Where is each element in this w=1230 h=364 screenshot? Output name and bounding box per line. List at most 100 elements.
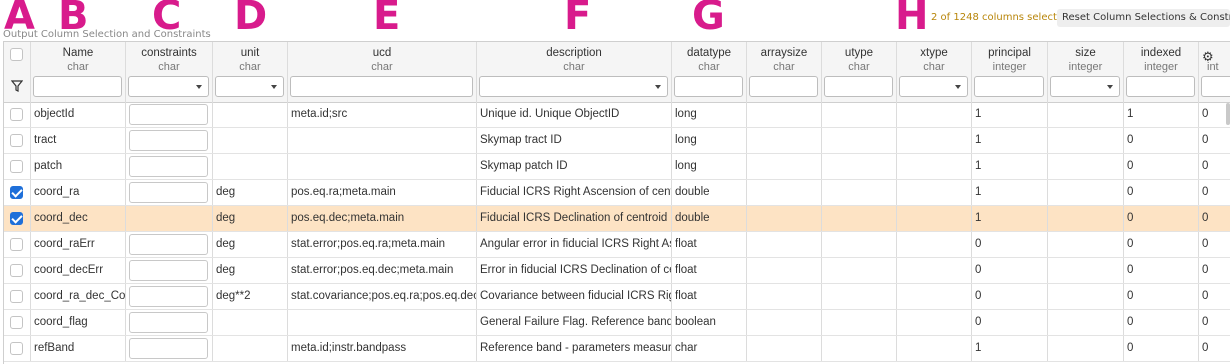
header-type: integer	[1068, 61, 1103, 73]
row-checkbox[interactable]	[10, 290, 23, 303]
table-row[interactable]: coord_raErr deg stat.error;pos.eq.ra;meta.…	[4, 232, 1230, 258]
row-select-cell	[4, 180, 31, 205]
cell-ucd: stat.error;pos.eq.dec;meta.main	[288, 258, 477, 283]
table-row[interactable]: objectId meta.id;src Unique id. Unique Obj…	[4, 102, 1230, 128]
row-checkbox[interactable]	[10, 212, 23, 225]
header-constraints: constraints char	[126, 42, 213, 102]
filter-ucd-input[interactable]	[290, 76, 473, 97]
table-row[interactable]: tract Skymap tract ID long 1 0 0	[4, 128, 1230, 154]
filter-description-select[interactable]	[479, 76, 668, 97]
header-type: char	[848, 61, 870, 73]
constraint-input[interactable]	[129, 156, 208, 177]
cell-xtype	[897, 258, 972, 283]
cell-unit: deg	[213, 180, 288, 205]
row-checkbox[interactable]	[10, 108, 23, 121]
cell-value: 0	[1127, 212, 1134, 224]
filter-utype-input[interactable]	[824, 76, 893, 97]
constraint-input[interactable]	[129, 312, 208, 333]
cell-value: pos.eq.ra;meta.main	[291, 186, 396, 198]
cell-size	[1048, 206, 1124, 231]
cell-ucd: stat.error;pos.eq.ra;meta.main	[288, 232, 477, 257]
cell-value: 0	[1202, 134, 1209, 146]
cell-utype	[822, 232, 897, 257]
cell-value: coord_raErr	[34, 238, 95, 250]
cell-xtype	[897, 180, 972, 205]
cell-arraysize	[747, 232, 822, 257]
cell-name: coord_decErr	[31, 258, 126, 283]
constraint-input[interactable]	[129, 130, 208, 151]
filter-arraysize-input[interactable]	[749, 76, 818, 97]
cell-value: Angular error in fiducial ICRS Right Asc…	[480, 238, 671, 250]
cell-xtype	[897, 310, 972, 335]
cell-value: deg	[216, 186, 236, 198]
filter-xtype-select[interactable]	[899, 76, 968, 97]
constraint-input[interactable]	[129, 104, 208, 125]
constraint-input[interactable]	[129, 260, 208, 281]
cell-value: 0	[1127, 238, 1134, 250]
filter-size-select[interactable]	[1050, 76, 1120, 97]
filter-unit-select[interactable]	[215, 76, 284, 97]
cell-name: coord_raErr	[31, 232, 126, 257]
constraint-input[interactable]	[129, 182, 208, 203]
filter-indexed-input[interactable]	[1126, 76, 1195, 97]
table-row[interactable]: coord_dec deg pos.eq.dec;meta.main Fiducial…	[4, 206, 1230, 232]
row-checkbox[interactable]	[10, 134, 23, 147]
cell-value: meta.id;instr.bandpass	[291, 342, 407, 354]
table-row[interactable]: refBand meta.id;instr.bandpass Reference b…	[4, 336, 1230, 362]
filter-name-input[interactable]	[33, 76, 122, 97]
cell-constraints	[126, 310, 213, 335]
cell-value: deg	[216, 212, 236, 224]
row-checkbox[interactable]	[10, 160, 23, 173]
cell-value: meta.id;src	[291, 108, 348, 120]
cell-value: 0	[975, 290, 982, 302]
cell-xtype	[897, 232, 972, 257]
cell-value: 0	[1202, 160, 1209, 172]
cell-value: long	[675, 134, 697, 146]
cell-indexed: 0	[1124, 232, 1199, 257]
row-checkbox[interactable]	[10, 342, 23, 355]
filter-icon[interactable]	[11, 80, 23, 92]
annotation-letter-d: D	[234, 0, 268, 39]
filter-constraints-select[interactable]	[128, 76, 209, 97]
row-checkbox[interactable]	[10, 186, 23, 199]
header-name: description	[546, 47, 602, 59]
cell-principal: 1	[972, 102, 1048, 127]
table-row[interactable]: patch Skymap patch ID long 1 0 0	[4, 154, 1230, 180]
cell-size	[1048, 232, 1124, 257]
row-checkbox[interactable]	[10, 238, 23, 251]
cell-xtype	[897, 154, 972, 179]
cell-arraysize	[747, 336, 822, 361]
cell-value: 0	[1202, 342, 1209, 354]
gear-icon[interactable]: ⚙	[1202, 44, 1214, 69]
row-checkbox[interactable]	[10, 264, 23, 277]
vertical-scrollbar[interactable]	[1226, 103, 1230, 125]
table-row[interactable]: coord_ra deg pos.eq.ra;meta.main Fiducial I…	[4, 180, 1230, 206]
header-type: char	[158, 61, 180, 73]
cell-indexed: 0	[1124, 258, 1199, 283]
table-header: Name char constraints char unit char ucd char de…	[4, 42, 1230, 103]
header-xtype: xtype char	[897, 42, 972, 102]
cell-value: float	[675, 290, 697, 302]
constraint-input[interactable]	[129, 234, 208, 255]
cell-value: coord_ra	[34, 186, 80, 198]
constraint-input[interactable]	[129, 286, 208, 307]
cell-value: 0	[1127, 342, 1134, 354]
table-row[interactable]: coord_decErr deg stat.error;pos.eq.dec;met…	[4, 258, 1230, 284]
row-checkbox[interactable]	[10, 316, 23, 329]
filter-datatype-input[interactable]	[674, 76, 743, 97]
cell-datatype: float	[672, 232, 747, 257]
cell-xtype	[897, 336, 972, 361]
constraint-input[interactable]	[129, 338, 208, 359]
cell-constraints	[126, 336, 213, 361]
cell-value: stat.covariance;pos.eq.ra;pos.eq.dec	[291, 290, 477, 302]
table-row[interactable]: coord_flag General Failure Flag. Referenc…	[4, 310, 1230, 336]
cell-utype	[822, 180, 897, 205]
select-all-checkbox[interactable]	[10, 48, 23, 61]
filter-extra-input[interactable]	[1201, 76, 1230, 97]
cell-size	[1048, 310, 1124, 335]
reset-selections-button[interactable]: Reset Column Selections & Constraints	[1057, 9, 1230, 27]
cell-value: 1	[975, 186, 982, 198]
table-row[interactable]: coord_ra_dec_Cov deg**2 stat.covariance;po…	[4, 284, 1230, 310]
filter-principal-input[interactable]	[974, 76, 1044, 97]
cell-unit	[213, 154, 288, 179]
